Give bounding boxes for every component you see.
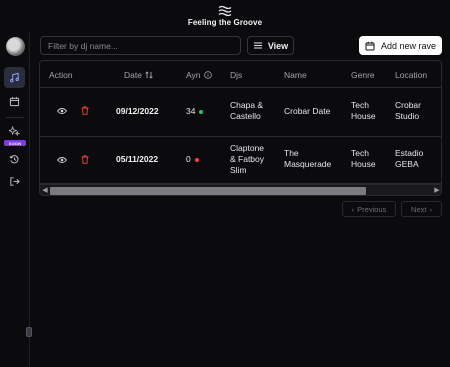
chevron-right-icon: › [429, 204, 432, 214]
sort-icon[interactable] [145, 71, 153, 79]
sliders-icon [253, 42, 262, 49]
table-row: 05/11/2022 0 Claptone & Fatboy Slim The Mas… [40, 137, 441, 184]
eye-icon[interactable] [57, 156, 67, 164]
brand-title: Feeling the Groove [187, 18, 263, 27]
header-location: Location [395, 70, 428, 80]
history-icon [9, 155, 19, 164]
next-page-button[interactable]: Next › [401, 201, 442, 217]
cell-ayn: 34 [186, 106, 204, 117]
status-dot [199, 109, 204, 114]
cell-genre: Tech House [351, 100, 376, 121]
sidebar: SOON [0, 32, 32, 367]
next-label: Next [411, 204, 427, 214]
view-button-label: View [267, 40, 289, 51]
cell-djs: Claptone & Fatboy Slim [230, 143, 265, 175]
cell-genre: Tech House [351, 148, 376, 169]
header-name: Name [284, 70, 307, 80]
scroll-right-icon[interactable]: ▶ [433, 187, 441, 195]
table-row: 09/12/2022 34 Chapa & Castello Crobar Dat… [40, 88, 441, 137]
horizontal-scrollbar[interactable]: ◀ ▶ [40, 184, 441, 195]
avatar[interactable] [6, 37, 25, 56]
music-note-icon [10, 72, 19, 83]
cell-location: Estadio GEBA [395, 148, 424, 169]
previous-label: Previous [357, 204, 387, 214]
sidebar-item-soon-feature[interactable] [4, 121, 25, 142]
status-dot [194, 157, 199, 162]
header-action: Action [49, 70, 73, 80]
header-djs: Djs [230, 70, 243, 80]
sidebar-item-raves[interactable] [4, 67, 25, 88]
sidebar-item-logout[interactable] [4, 171, 25, 192]
sidebar-collapse-handle[interactable] [26, 327, 32, 337]
trash-icon[interactable] [81, 155, 89, 164]
brand-header: Feeling the Groove [0, 0, 450, 32]
raves-table: Action Date Ayn Djs Name Genre Location [39, 60, 442, 196]
dj-filter-input[interactable] [40, 36, 241, 55]
add-new-rave-button[interactable]: Add new rave [359, 36, 442, 55]
calendar-plus-icon [365, 41, 375, 50]
calendar-icon [9, 96, 20, 107]
trash-icon[interactable] [81, 106, 89, 115]
cell-name: Crobar Date [284, 106, 331, 116]
cell-location: Crobar Studio [395, 100, 421, 121]
waves-icon [218, 5, 232, 17]
eye-icon[interactable] [57, 107, 67, 115]
scrollbar-thumb[interactable] [50, 187, 366, 195]
sparkles-icon [9, 126, 20, 137]
cell-name: The Masquerade [284, 148, 332, 169]
header-genre: Genre [351, 70, 375, 80]
sidebar-item-history[interactable] [4, 149, 25, 170]
sidebar-divider [6, 117, 24, 118]
table-header: Action Date Ayn Djs Name Genre Location [40, 61, 441, 88]
soon-badge: SOON [4, 140, 26, 146]
cell-ayn: 0 [186, 154, 199, 165]
cell-djs: Chapa & Castello [230, 100, 264, 121]
add-new-rave-label: Add new rave [380, 40, 437, 51]
cell-date: 05/11/2022 [116, 154, 159, 164]
chevron-left-icon: ‹ [351, 204, 355, 214]
header-ayn: Ayn [186, 70, 212, 80]
cell-date: 09/12/2022 [116, 106, 159, 116]
scroll-left-icon[interactable]: ◀ [41, 187, 49, 195]
header-date[interactable]: Date [124, 70, 153, 80]
info-icon[interactable] [203, 71, 212, 79]
previous-page-button[interactable]: ‹ Previous [342, 201, 396, 217]
view-button[interactable]: View [247, 36, 294, 55]
logout-icon [10, 177, 20, 186]
sidebar-item-calendar[interactable] [4, 91, 25, 112]
